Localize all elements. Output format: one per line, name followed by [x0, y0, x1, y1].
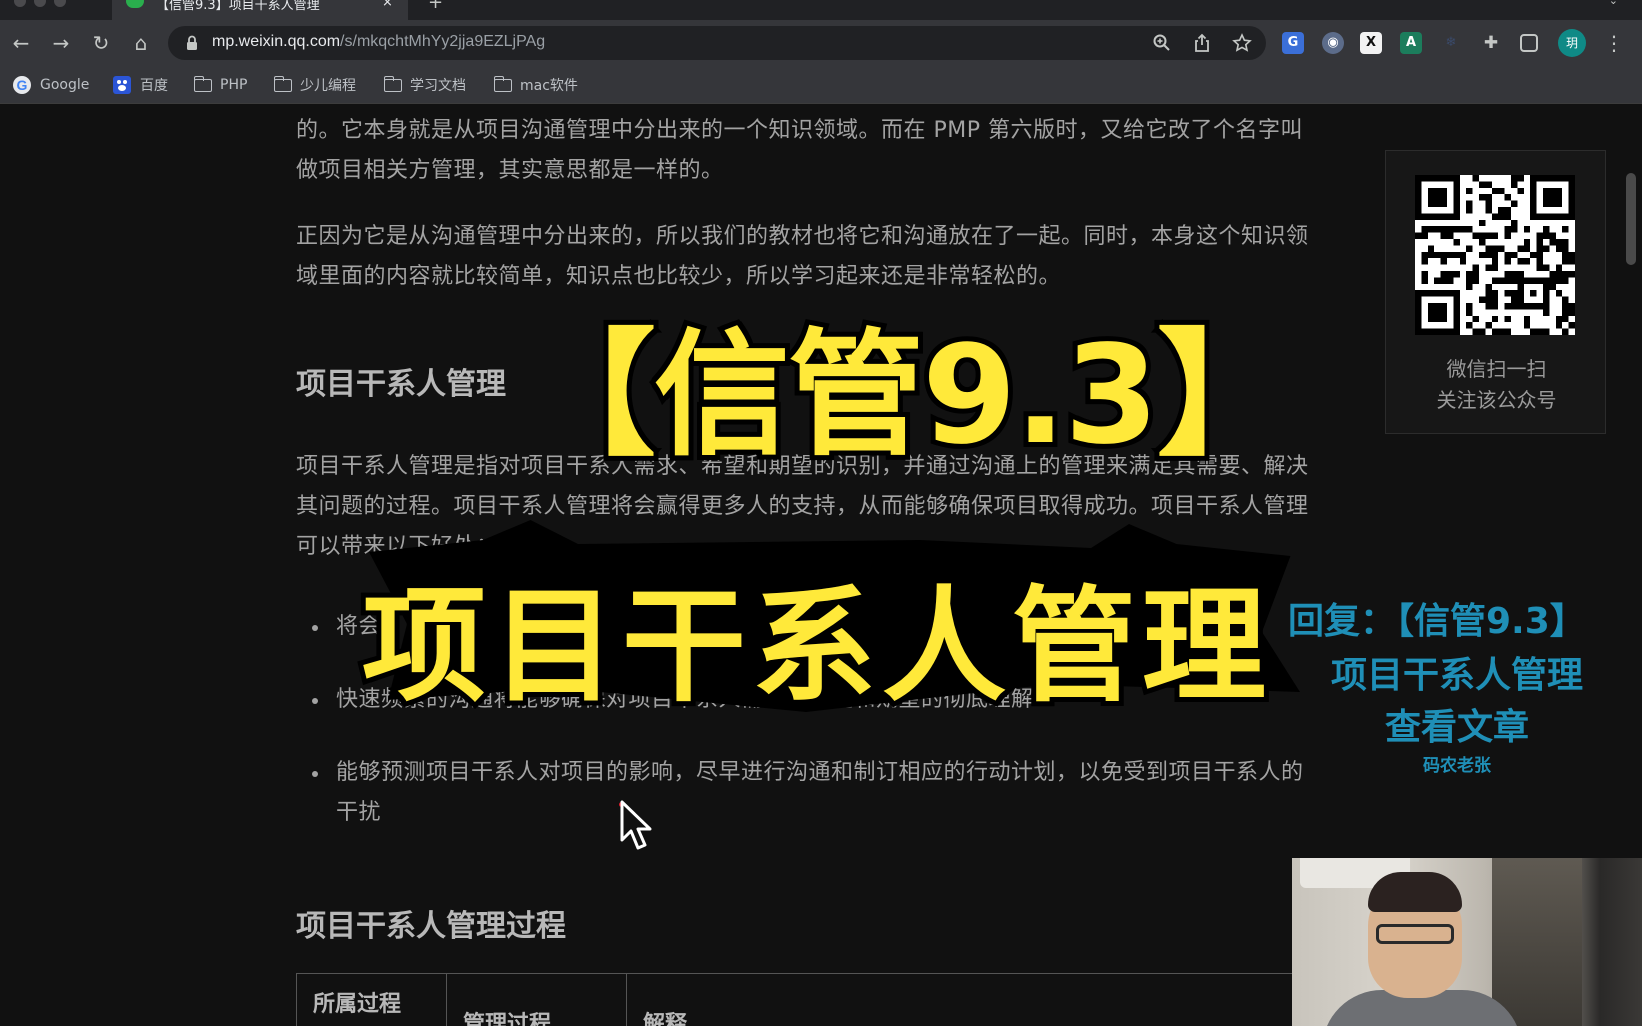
- scrollbar-thumb[interactable]: [1626, 173, 1636, 265]
- forward-button[interactable]: →: [48, 30, 74, 56]
- bookmark-label: 少儿编程: [300, 78, 356, 94]
- google-icon: G: [13, 76, 31, 94]
- window-close-dot[interactable]: [14, 0, 26, 7]
- webcam-presenter-feed: [1292, 858, 1642, 1026]
- address-bar[interactable]: mp.weixin.qq.com/s/mkqchtMhYy2jja9EZLjPA…: [168, 26, 1266, 60]
- table-header-cell: 解释: [643, 1012, 688, 1026]
- table-header-cell: 管理过程: [447, 974, 627, 1026]
- article-paragraph: 的。它本身就是从项目沟通管理中分出来的一个知识领域。而在 PMP 第六版时，又给…: [296, 118, 1304, 183]
- bookmark-folder-php[interactable]: PHP: [193, 74, 248, 96]
- folder-icon: [493, 75, 512, 92]
- list-item-text: 能够预测项目干系人对项目的影响，尽早进行沟通和制订相应的行动计划，以免受到项目干…: [336, 760, 1304, 825]
- svg-text:G: G: [17, 77, 28, 93]
- back-button[interactable]: ←: [8, 30, 34, 56]
- bookmark-star-icon[interactable]: [1232, 33, 1252, 53]
- bullet-dot: [312, 771, 318, 777]
- profile-avatar[interactable]: 玥: [1558, 29, 1586, 57]
- url-text[interactable]: mp.weixin.qq.com/s/mkqchtMhYy2jja9EZLjPA…: [212, 33, 545, 51]
- window-zoom-dot[interactable]: [54, 0, 66, 7]
- background-door: [1492, 858, 1582, 1026]
- mouse-cursor-icon: [620, 800, 652, 850]
- cta-author-text: 码农老张: [1423, 756, 1491, 776]
- bookmark-label: 百度: [140, 78, 168, 94]
- bookmark-label: 学习文档: [410, 78, 466, 94]
- bullet-dot: [312, 625, 318, 631]
- circle-extension-icon[interactable]: ◉: [1322, 32, 1344, 54]
- bookmarks-bar: G Google 百度 PHP 少儿编程 学习文档 mac软件: [0, 66, 1642, 104]
- folder-icon: [273, 75, 292, 92]
- zoom-icon[interactable]: [1152, 33, 1172, 53]
- lock-icon[interactable]: [186, 35, 198, 51]
- qr-code: [1415, 175, 1575, 335]
- tab-search-chevron-icon[interactable]: ⌄: [1609, 0, 1618, 7]
- side-panel-icon[interactable]: [1520, 34, 1538, 52]
- folder-icon: [383, 75, 402, 92]
- overlay-subtitle: 项目干系人管理: [357, 570, 1273, 724]
- folder-icon: [193, 75, 212, 92]
- new-tab-button[interactable]: +: [428, 0, 443, 13]
- extensions-puzzle-icon[interactable]: ✚: [1480, 32, 1502, 54]
- table-header-cell: 所属过程: [297, 974, 447, 1026]
- cta-reply-text: 回复：【信管9.3】: [1288, 601, 1586, 642]
- qr-caption: 微信扫一扫: [1446, 357, 1547, 381]
- presenter-glasses: [1376, 924, 1454, 944]
- qr-caption: 关注该公众号: [1436, 388, 1557, 412]
- reload-button[interactable]: ↻: [88, 30, 114, 56]
- bookmark-folder-study-docs[interactable]: 学习文档: [383, 74, 466, 96]
- bookmark-google[interactable]: G Google: [12, 74, 89, 96]
- qr-code-card: 微信扫一扫 关注该公众号: [1385, 150, 1606, 434]
- cta-view-text: 查看文章: [1384, 707, 1529, 748]
- wechat-favicon-icon: [126, 0, 144, 8]
- tab-title: 【信管9.3】项目干系人管理: [156, 0, 320, 13]
- a-extension-icon[interactable]: A: [1400, 32, 1422, 54]
- home-button[interactable]: ⌂: [128, 30, 154, 56]
- bookmark-label: mac软件: [520, 78, 578, 94]
- tab-close-icon[interactable]: ×: [382, 0, 393, 10]
- bullet-dot: [312, 698, 318, 704]
- section-heading: 项目干系人管理: [296, 367, 506, 402]
- tab-strip: 【信管9.3】项目干系人管理 × + ⌄: [0, 0, 1642, 20]
- bookmark-folder-mac-software[interactable]: mac软件: [493, 74, 578, 96]
- bookmark-folder-kids-coding[interactable]: 少儿编程: [273, 74, 356, 96]
- bookmark-label: PHP: [220, 77, 248, 93]
- bookmark-label: Google: [40, 77, 90, 93]
- chrome-menu-icon[interactable]: ⋮: [1604, 30, 1624, 56]
- overlay-title: 【信管9.3】: [515, 312, 1298, 480]
- x-extension-icon[interactable]: X: [1360, 32, 1382, 54]
- browser-toolbar: ← → ↻ ⌂ mp.weixin.qq.com/s/mkqchtMhYy2jj…: [0, 20, 1642, 66]
- section-heading: 项目干系人管理过程: [296, 909, 566, 944]
- share-icon[interactable]: [1192, 33, 1212, 53]
- bookmark-baidu[interactable]: 百度: [112, 74, 168, 96]
- presenter-hair: [1368, 872, 1462, 912]
- google-translate-icon[interactable]: G: [1282, 32, 1304, 54]
- cta-topic-text: 项目干系人管理: [1330, 655, 1583, 696]
- window-minimize-dot[interactable]: [34, 0, 46, 7]
- process-table: 所属过程 管理过程 解释: [296, 973, 1296, 1026]
- tab-active[interactable]: 【信管9.3】项目干系人管理 ×: [112, 0, 408, 20]
- baidu-icon: [113, 76, 131, 94]
- snowflake-extension-icon[interactable]: ❄: [1440, 32, 1462, 54]
